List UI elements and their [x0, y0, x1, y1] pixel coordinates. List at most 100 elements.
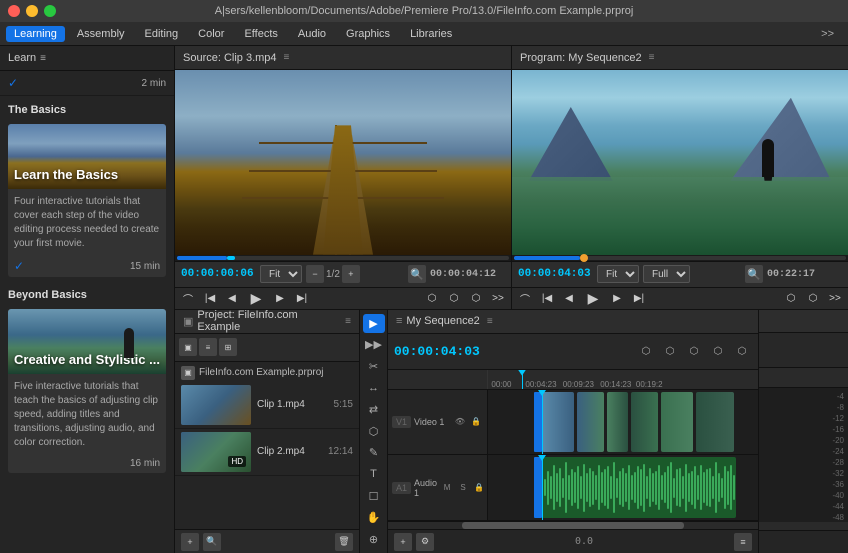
- audio-clip-1[interactable]: [542, 457, 736, 518]
- source-fit-select[interactable]: Fit: [260, 265, 302, 283]
- source-more-btn[interactable]: >>: [489, 289, 507, 307]
- program-step-back-btn[interactable]: |◀: [538, 289, 556, 307]
- tl-tool-1[interactable]: ⬡: [636, 341, 656, 361]
- program-play-btn[interactable]: ▶: [582, 287, 604, 309]
- menu-item-color[interactable]: Color: [190, 26, 232, 42]
- db-mark-6: -24: [832, 447, 844, 456]
- program-step-fwd-btn[interactable]: ▶|: [630, 289, 648, 307]
- tl-add-track-btn[interactable]: +: [394, 533, 412, 551]
- timeline-scrollbar-thumb[interactable]: [462, 522, 684, 529]
- project-list-btn[interactable]: ≡: [199, 338, 217, 356]
- close-button[interactable]: [8, 5, 20, 17]
- program-forward-btn[interactable]: ▶: [608, 289, 626, 307]
- menu-item-libraries[interactable]: Libraries: [402, 26, 460, 42]
- audio-track-header: A1 Audio 1 M S 🔒: [388, 455, 488, 520]
- minimize-button[interactable]: [26, 5, 38, 17]
- source-overwrite-btn[interactable]: ⬡: [467, 289, 485, 307]
- db-mark-3: -12: [832, 414, 844, 423]
- project-icon-btn[interactable]: ⊞: [219, 338, 237, 356]
- tool-select-btn[interactable]: ▶: [363, 314, 385, 334]
- learn-menu-icon[interactable]: ≡: [40, 53, 46, 64]
- timeline-menu-icon[interactable]: ≡: [487, 316, 493, 327]
- source-zoom-in-btn[interactable]: +: [342, 265, 360, 283]
- menu-item-effects[interactable]: Effects: [236, 26, 285, 42]
- source-export-btn[interactable]: ⬡: [423, 289, 441, 307]
- learn-title: Learn: [8, 52, 36, 64]
- a1-toggle[interactable]: A1: [392, 482, 411, 494]
- project-new-bin-btn[interactable]: ▣: [179, 338, 197, 356]
- audio-solo-btn[interactable]: S: [456, 481, 470, 495]
- program-fit-select[interactable]: Fit: [597, 265, 639, 283]
- tl-settings2-btn[interactable]: ≡: [734, 533, 752, 551]
- project-file-item[interactable]: ▣ FileInfo.com Example.prproj: [175, 364, 359, 382]
- tool-hand-btn[interactable]: ✋: [363, 508, 385, 528]
- tl-clip-6[interactable]: [696, 392, 734, 453]
- tutorial-card-basics[interactable]: Learn the Basics Four interactive tutori…: [8, 124, 166, 277]
- tool-type-btn[interactable]: T: [363, 465, 385, 485]
- creative-card-label: Creative and Stylistic ...: [14, 352, 160, 368]
- tl-tool-3[interactable]: ⬡: [684, 341, 704, 361]
- menu-item-audio[interactable]: Audio: [290, 26, 334, 42]
- tl-tool-4[interactable]: ⬡: [708, 341, 728, 361]
- program-insert-btn[interactable]: ⬡: [804, 289, 822, 307]
- menu-item-assembly[interactable]: Assembly: [69, 26, 133, 42]
- program-mark-in-btn[interactable]: ⌒: [516, 289, 534, 307]
- tool-rate-btn[interactable]: ⇄: [363, 400, 385, 420]
- title-bar: A|sers/kellenbloom/Documents/Adobe/Premi…: [0, 0, 848, 22]
- source-back-btn[interactable]: ◀: [223, 289, 241, 307]
- project-menu-icon[interactable]: ≡: [345, 316, 351, 327]
- program-export-btn[interactable]: ⬡: [782, 289, 800, 307]
- source-monitor-controls: 00:00:00:06 Fit − 1/2 + 🔍 00:00:04:12: [175, 261, 511, 287]
- timeline-timecode[interactable]: 00:00:04:03: [394, 344, 480, 359]
- video-lock-btn[interactable]: 🔒: [469, 415, 483, 429]
- tl-tool-2[interactable]: ⬡: [660, 341, 680, 361]
- tool-track-select-btn[interactable]: ▶▶: [363, 335, 385, 355]
- source-insert-btn[interactable]: ⬡: [445, 289, 463, 307]
- source-step-fwd-btn[interactable]: ▶|: [293, 289, 311, 307]
- tool-pen-btn[interactable]: ✎: [363, 443, 385, 463]
- tool-razor-btn[interactable]: ✂: [363, 357, 385, 377]
- source-monitor-menu-icon[interactable]: ≡: [284, 52, 290, 63]
- source-magnify-btn[interactable]: 🔍: [408, 265, 426, 283]
- tutorial-card-creative[interactable]: Creative and Stylistic ... Five interact…: [8, 309, 166, 473]
- program-back-btn[interactable]: ◀: [560, 289, 578, 307]
- tl-clip-3[interactable]: [607, 392, 629, 453]
- source-play-btn[interactable]: ▶: [245, 287, 267, 309]
- program-magnify-btn[interactable]: 🔍: [745, 265, 763, 283]
- source-mark-in-btn[interactable]: ⌒: [179, 289, 197, 307]
- source-monitor: Source: Clip 3.mp4 ≡: [175, 46, 512, 309]
- clip-row-2[interactable]: HD Clip 2.mp4 12:14: [175, 429, 359, 476]
- tl-clip-1[interactable]: [542, 392, 574, 453]
- v1-toggle[interactable]: V1: [392, 416, 411, 428]
- project-delete-btn[interactable]: 🗑: [335, 533, 353, 551]
- timeline-scrollbar[interactable]: [388, 521, 758, 529]
- menu-item-graphics[interactable]: Graphics: [338, 26, 398, 42]
- tl-tool-5[interactable]: ⬡: [732, 341, 752, 361]
- menu-more-button[interactable]: >>: [813, 26, 842, 42]
- tl-settings-btn[interactable]: ⚙: [416, 533, 434, 551]
- tool-zoom-btn[interactable]: ⊕: [363, 529, 385, 549]
- clip-row-1[interactable]: Clip 1.mp4 5:15: [175, 382, 359, 429]
- source-zoom-out-btn[interactable]: −: [306, 265, 324, 283]
- menu-item-editing[interactable]: Editing: [137, 26, 187, 42]
- menu-item-learning[interactable]: Learning: [6, 26, 65, 42]
- tl-clip-2[interactable]: [577, 392, 604, 453]
- video-mute-btn[interactable]: 👁: [453, 415, 467, 429]
- audio-mute-btn[interactable]: M: [440, 481, 454, 495]
- source-timecode[interactable]: 00:00:00:06: [181, 268, 256, 280]
- project-add-btn[interactable]: +: [181, 533, 199, 551]
- program-more-btn[interactable]: >>: [826, 289, 844, 307]
- tool-ripple-btn[interactable]: ↔: [363, 378, 385, 398]
- audio-lock-btn[interactable]: 🔒: [472, 481, 486, 495]
- program-timecode[interactable]: 00:00:04:03: [518, 268, 593, 280]
- source-forward-btn[interactable]: ▶: [271, 289, 289, 307]
- tl-clip-4[interactable]: [631, 392, 658, 453]
- tool-slip-btn[interactable]: ⬡: [363, 422, 385, 442]
- source-step-back-btn[interactable]: |◀: [201, 289, 219, 307]
- program-monitor-menu-icon[interactable]: ≡: [649, 52, 655, 63]
- maximize-button[interactable]: [44, 5, 56, 17]
- tl-clip-5[interactable]: [661, 392, 693, 453]
- program-quality-select[interactable]: Full: [643, 265, 690, 283]
- tool-rect-btn[interactable]: ☐: [363, 486, 385, 506]
- project-search-btn[interactable]: 🔍: [203, 533, 221, 551]
